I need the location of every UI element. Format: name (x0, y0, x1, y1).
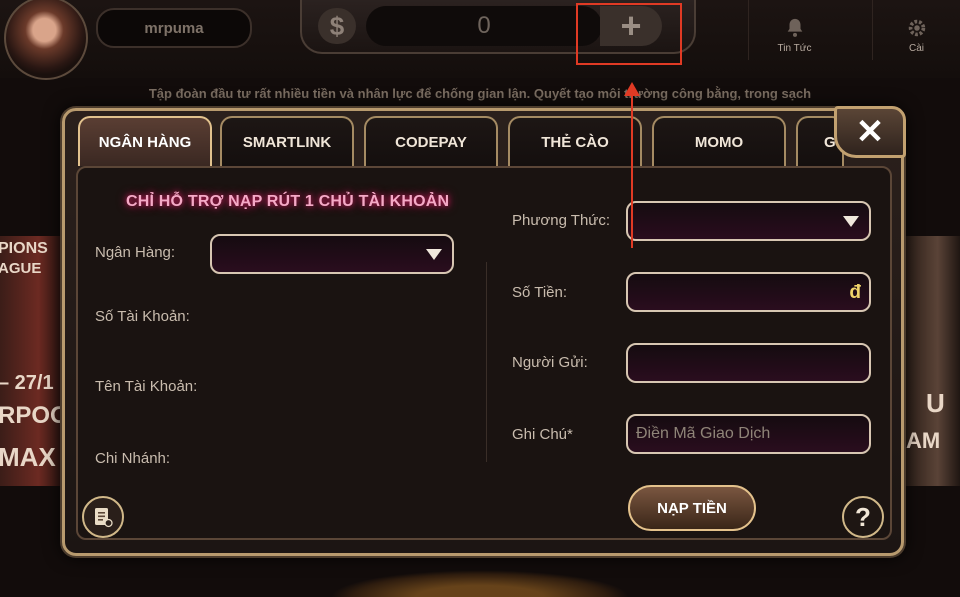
dollar-icon: $ (318, 8, 356, 44)
note-input[interactable] (628, 416, 869, 452)
annotation-arrow (631, 92, 633, 248)
single-account-notice: CHỈ HỖ TRỢ NẠP RÚT 1 CHỦ TÀI KHOẢN (126, 193, 450, 210)
banner-text: PIONS (0, 240, 48, 257)
banner-text: RPOO (0, 402, 64, 429)
news-label: Tin Tức (777, 43, 812, 54)
banner-text: MAX (0, 442, 56, 472)
tab-bank[interactable]: NGÂN HÀNG (78, 116, 212, 166)
promo-banner-left[interactable]: PIONS AGUE – 27/1 RPOO MAX (0, 236, 64, 486)
help-button[interactable]: ? (842, 496, 884, 538)
announcement-marquee: Tập đoàn đầu tư rất nhiều tiền và nhân l… (148, 86, 812, 101)
history-button[interactable] (82, 496, 124, 538)
username-display: mrpuma (96, 8, 252, 48)
account-number-label: Số Tài Khoản: (95, 308, 190, 325)
settings-label: Cài (908, 43, 924, 54)
method-label: Phương Thức: (512, 212, 611, 229)
bell-icon (787, 18, 802, 37)
annotation-arrow-head (624, 82, 640, 96)
method-select[interactable] (626, 201, 871, 241)
note-label: Ghi Chú* (512, 426, 573, 443)
banner-text: – 27/1 (0, 372, 54, 394)
chevron-down-icon (843, 216, 859, 227)
sender-field[interactable] (626, 343, 871, 383)
bank-select[interactable] (210, 234, 454, 274)
banner-text: AM (906, 428, 941, 453)
amount-input[interactable] (628, 274, 869, 310)
tab-codepay[interactable]: CODEPAY (364, 116, 498, 166)
promo-banner-right[interactable]: U AM (904, 236, 960, 486)
avatar[interactable] (4, 0, 88, 80)
amount-field[interactable]: đ (626, 272, 871, 312)
bank-label: Ngân Hàng: (95, 244, 176, 261)
banner-text: AGUE (0, 260, 42, 277)
account-name-label: Tên Tài Khoản: (95, 378, 198, 395)
currency-symbol: đ (849, 282, 861, 303)
tab-momo[interactable]: MOMO (652, 116, 786, 166)
branch-label: Chi Nhánh: (95, 450, 171, 467)
tab-card[interactable]: THẺ CÀO (508, 116, 642, 166)
chevron-down-icon (426, 249, 442, 260)
tab-smartlink[interactable]: SMARTLINK (220, 116, 354, 166)
banner-text: U (926, 388, 945, 418)
close-button[interactable]: ✕ (834, 106, 906, 158)
annotation-highlight-box (576, 3, 682, 65)
note-field[interactable] (626, 414, 871, 454)
bottom-decoration (330, 570, 630, 597)
deposit-submit-button[interactable]: NẠP TIỀN (628, 485, 756, 531)
gear-icon (908, 19, 925, 37)
sender-label: Người Gửi: (512, 354, 588, 371)
balance-value: 0 (366, 6, 602, 46)
sender-input[interactable] (628, 345, 869, 381)
settings-button[interactable]: Cài (872, 0, 960, 60)
column-divider (486, 262, 487, 462)
news-button[interactable]: Tin Tức (748, 0, 840, 60)
amount-label: Số Tiền: (512, 284, 568, 301)
document-icon (95, 508, 113, 528)
